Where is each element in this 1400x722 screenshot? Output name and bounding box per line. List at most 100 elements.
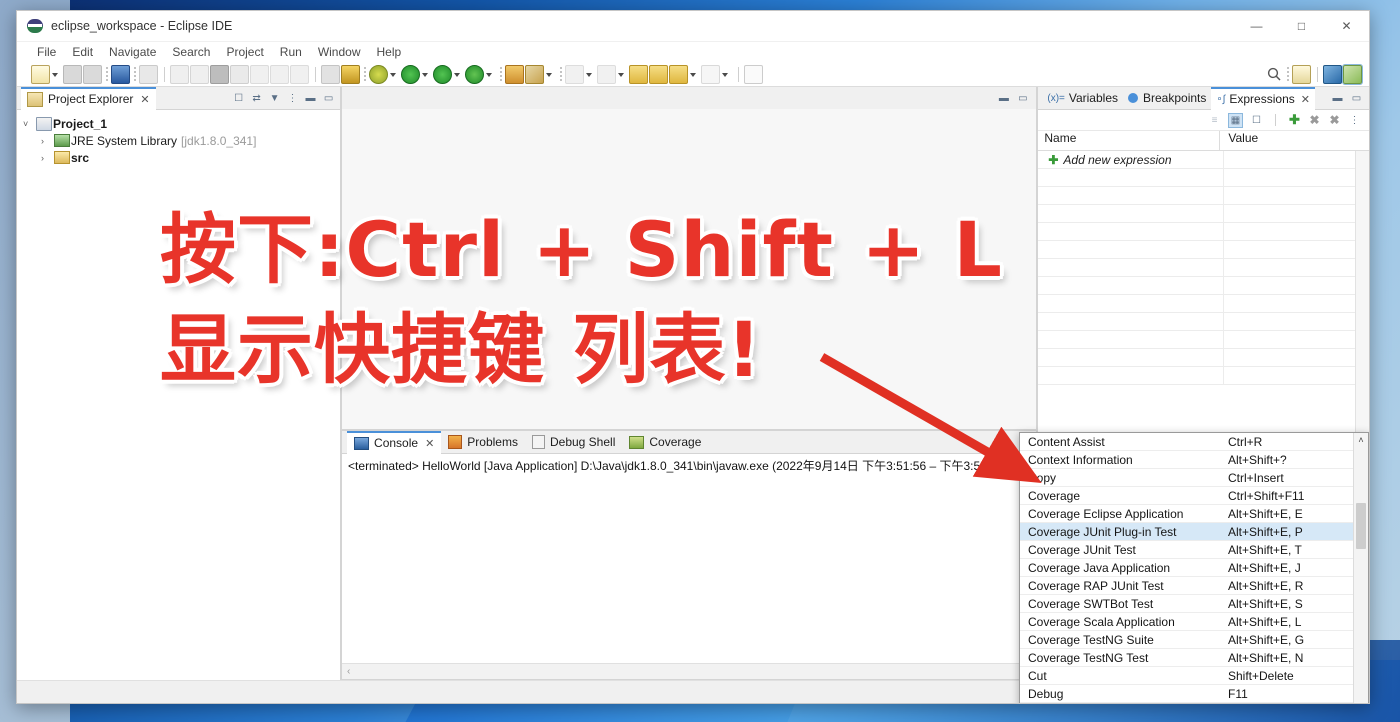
key-row[interactable]: Copy Ctrl+Insert [1020,469,1368,487]
maximize-editor-icon[interactable]: ▭ [1016,92,1029,105]
tab-debug-shell[interactable]: Debug Shell [525,432,622,453]
key-row[interactable]: Coverage SWTBot Test Alt+Shift+E, S [1020,595,1368,613]
maximize-view-icon[interactable]: ▭ [322,92,335,105]
resume-icon[interactable] [170,64,189,84]
stop-icon[interactable] [210,64,229,84]
link-with-editor-icon[interactable]: ⇄ [250,92,263,105]
tab-variables[interactable]: (x)= Variables [1042,88,1123,109]
filter-icon[interactable]: ▼ [268,92,281,105]
menu-search[interactable]: Search [172,45,210,59]
menu-run[interactable]: Run [280,45,302,59]
search-pen-icon[interactable] [525,64,544,84]
coverage-run-dropdown-icon[interactable] [453,66,462,82]
open-perspective-icon[interactable] [744,64,763,84]
tree-row-jre[interactable]: › JRE System Library [jdk1.8.0_341] [17,132,340,149]
scrollbar-thumb[interactable] [1356,503,1366,549]
show-logical-structure-icon[interactable]: ≡ [1208,114,1221,127]
key-row[interactable]: Coverage TestNG Test Alt+Shift+E, N [1020,649,1368,667]
collapse-all-icon[interactable]: ☐ [232,92,245,105]
menu-window[interactable]: Window [318,45,361,59]
minimize-view-icon[interactable]: ▬ [1331,92,1344,105]
forward-history-dropdown-icon[interactable] [721,66,730,82]
previous-annotation-dropdown-icon[interactable] [617,66,626,82]
step-return-icon[interactable] [270,64,289,84]
debug-perspective-icon[interactable] [1342,63,1363,85]
tab-problems[interactable]: Problems [441,432,525,453]
new-wizard-icon[interactable] [31,64,50,84]
new-java-project-icon[interactable] [1292,64,1311,84]
tab-coverage[interactable]: Coverage [622,432,708,453]
suspend-icon[interactable] [190,64,209,84]
step-over-icon[interactable] [250,64,269,84]
collapse-all-icon[interactable]: ☐ [1250,114,1263,127]
next-annotation-dropdown-icon[interactable] [585,66,594,82]
new-wizard-dropdown-icon[interactable] [51,66,60,82]
debug-bug-icon[interactable] [369,64,388,84]
menu-file[interactable]: File [37,45,56,59]
key-row[interactable]: Debug F11 [1020,685,1368,703]
tab-expressions[interactable]: ∘∫ Expressions ✕ [1211,86,1315,110]
editor-canvas[interactable] [342,109,1037,429]
key-row[interactable]: Coverage RAP JUnit Test Alt+Shift+E, R [1020,577,1368,595]
coverage-toolbar-icon[interactable] [341,64,360,84]
add-expression-icon[interactable]: ✚ [1288,112,1301,127]
expand-twisty-icon[interactable]: › [41,136,54,146]
add-new-expression-cell[interactable]: ✚ Add new expression [1038,151,1225,168]
minimize-button[interactable]: — [1234,11,1279,41]
coverage-run-icon[interactable] [433,64,452,84]
expressions-add-row[interactable]: ✚ Add new expression [1038,151,1369,169]
key-row[interactable]: Coverage Java Application Alt+Shift+E, J [1020,559,1368,577]
back-history-dropdown-icon[interactable] [689,66,698,82]
tree-row-src[interactable]: › src [17,149,340,166]
key-row[interactable]: Coverage Scala Application Alt+Shift+E, L [1020,613,1368,631]
remove-expression-icon[interactable]: ✖ [1308,113,1321,127]
close-icon[interactable]: ✕ [140,93,149,106]
debug-dropdown-icon[interactable] [389,66,398,82]
key-assist-scrollbar[interactable]: ˄ ˅ [1353,433,1368,703]
key-assist-list[interactable]: Content Assist Ctrl+R Context Information… [1020,433,1368,704]
save-all-icon[interactable] [83,64,102,84]
terminate-icon[interactable] [139,64,158,84]
scroll-up-icon[interactable]: ˄ [1354,433,1368,447]
next-annotation-icon[interactable] [565,64,584,84]
tab-breakpoints[interactable]: Breakpoints [1123,88,1211,109]
tab-console[interactable]: Console ✕ [347,430,442,454]
key-row[interactable]: Debug Ant BuildAlt+Shift+D, Q [1020,703,1368,704]
forward-history-icon[interactable] [701,64,720,84]
open-type-icon[interactable] [505,64,524,84]
open-console-icon[interactable] [111,64,130,84]
back-history-icon[interactable] [669,64,688,84]
skip-breakpoints-icon[interactable] [321,64,340,84]
menu-project[interactable]: Project [226,45,263,59]
view-menu-icon[interactable]: ⋮ [1348,114,1361,127]
run-dropdown-icon[interactable] [421,66,430,82]
run-icon[interactable] [401,64,420,84]
menu-help[interactable]: Help [377,45,402,59]
search-pen-dropdown-icon[interactable] [545,66,554,82]
minimize-editor-icon[interactable]: ▬ [997,92,1010,105]
forward-icon[interactable] [649,64,668,84]
console-output-area[interactable]: <terminated> HelloWorld [Java Applicatio… [342,454,1067,663]
key-row[interactable]: Coverage TestNG Suite Alt+Shift+E, G [1020,631,1368,649]
back-icon[interactable] [629,64,648,84]
search-icon[interactable] [1266,66,1283,83]
collapse-tree-icon[interactable]: ▦ [1228,112,1243,128]
minimize-view-icon[interactable]: ▬ [304,92,317,105]
java-perspective-icon[interactable] [1323,64,1342,84]
expand-twisty-icon[interactable]: ˅ [23,119,36,129]
previous-annotation-icon[interactable] [597,64,616,84]
menu-edit[interactable]: Edit [72,45,93,59]
console-horizontal-scrollbar[interactable]: ‹ [342,663,1037,679]
scroll-left-icon[interactable]: ‹ [347,666,350,677]
tree-row-project[interactable]: ˅ Project_1 [17,115,340,132]
close-icon[interactable]: ✕ [1301,93,1310,106]
close-icon[interactable]: ✕ [425,437,434,450]
key-row[interactable]: Cut Shift+Delete [1020,667,1368,685]
menu-navigate[interactable]: Navigate [109,45,156,59]
remove-all-expressions-icon[interactable]: ✖ [1328,113,1341,127]
key-row[interactable]: Coverage Eclipse Application Alt+Shift+E,… [1020,505,1368,523]
step-into-icon[interactable] [230,64,249,84]
expand-twisty-icon[interactable]: › [41,153,54,163]
key-row[interactable]: Context Information Alt+Shift+? [1020,451,1368,469]
key-row-selected[interactable]: Coverage JUnit Plug-in Test Alt+Shift+E, … [1020,523,1368,541]
